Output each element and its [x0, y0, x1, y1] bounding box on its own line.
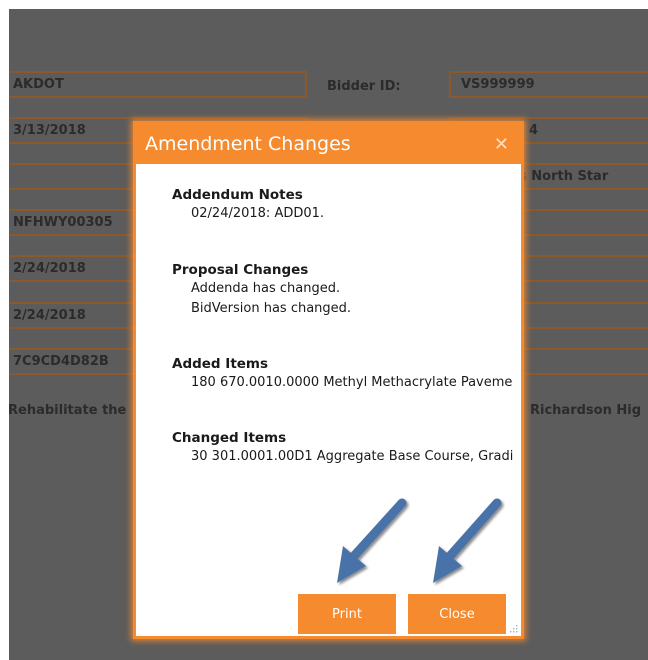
annotation-arrows	[337, 498, 502, 583]
arrow-to-close-icon	[433, 498, 502, 583]
arrow-to-print-icon	[337, 498, 407, 583]
